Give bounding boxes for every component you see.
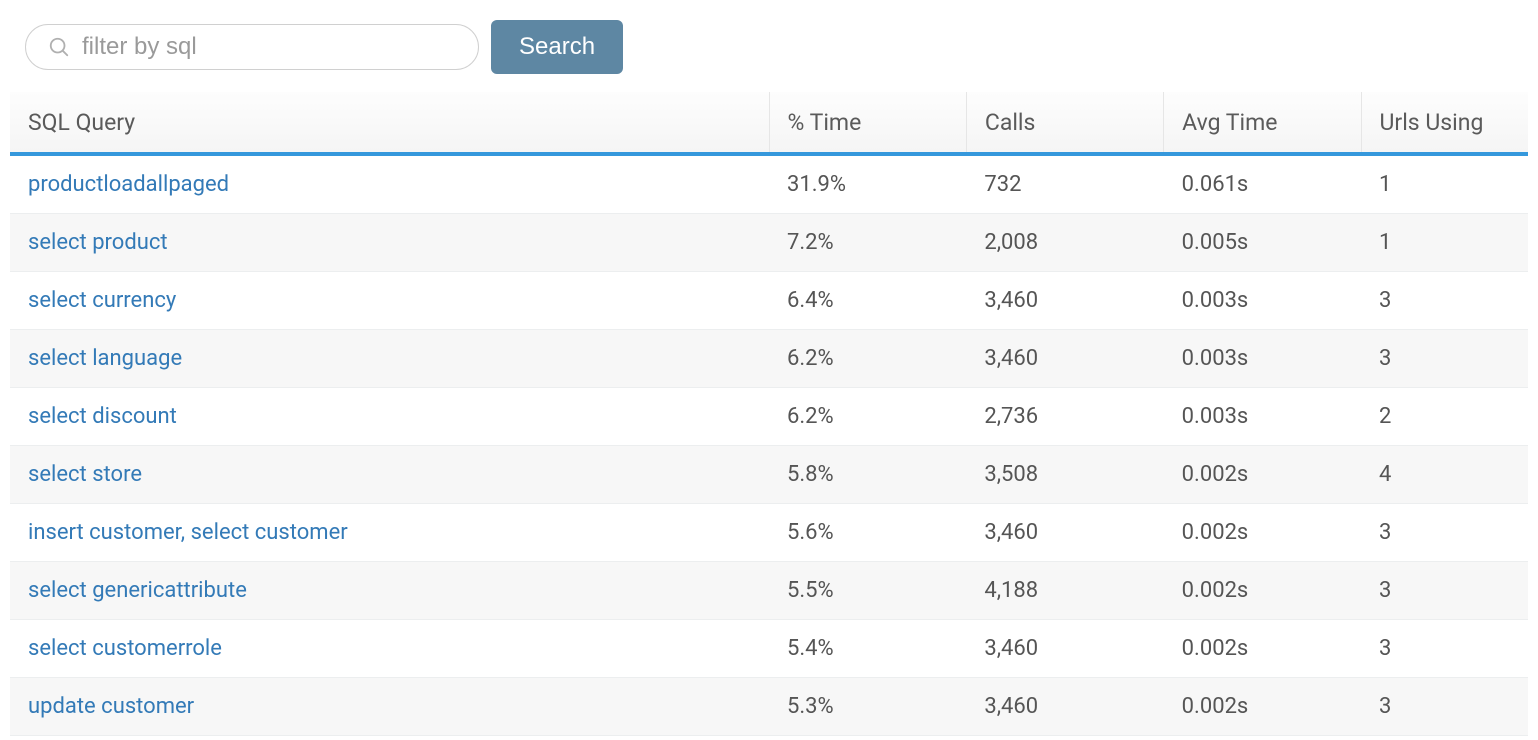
cell-calls: 3,460 [966,330,1163,388]
cell-urls: 2 [1361,388,1528,446]
cell-pct: 7.2% [769,214,966,272]
sql-query-link[interactable]: productloadallpaged [28,172,229,197]
cell-urls: 1 [1361,214,1528,272]
cell-calls: 732 [966,154,1163,214]
sql-query-link[interactable]: insert customer, select customer [28,520,348,545]
cell-urls: 4 [1361,446,1528,504]
cell-pct: 6.2% [769,388,966,446]
cell-pct: 6.2% [769,330,966,388]
filter-bar: Search [10,20,1528,92]
cell-pct: 5.6% [769,504,966,562]
cell-urls: 3 [1361,330,1528,388]
cell-avg: 0.002s [1164,562,1361,620]
cell-avg: 0.002s [1164,620,1361,678]
sql-query-link[interactable]: select discount [28,404,177,429]
cell-calls: 3,460 [966,678,1163,736]
cell-calls: 3,508 [966,446,1163,504]
cell-avg: 0.003s [1164,330,1361,388]
table-row: select product 7.2%2,0080.005s1 [10,214,1528,272]
sql-query-link[interactable]: select genericattribute [28,578,247,603]
table-row: select currency 6.4%3,4600.003s3 [10,272,1528,330]
table-row: select genericattribute 5.5%4,1880.002s3 [10,562,1528,620]
table-row: select store 5.8%3,5080.002s4 [10,446,1528,504]
cell-urls: 1 [1361,154,1528,214]
sql-query-link[interactable]: select language [28,346,182,371]
cell-urls: 3 [1361,678,1528,736]
cell-urls: 3 [1361,620,1528,678]
col-header-urls[interactable]: Urls Using [1361,92,1528,154]
cell-avg: 0.002s [1164,678,1361,736]
sql-query-link[interactable]: update customer [28,694,194,719]
table-row: productloadallpaged 31.9%7320.061s1 [10,154,1528,214]
col-header-pct[interactable]: % Time [769,92,966,154]
cell-pct: 5.8% [769,446,966,504]
cell-pct: 5.3% [769,678,966,736]
cell-pct: 6.4% [769,272,966,330]
search-icon [48,36,70,58]
cell-avg: 0.003s [1164,388,1361,446]
sql-query-link[interactable]: select currency [28,288,176,313]
cell-urls: 3 [1361,504,1528,562]
sql-queries-table: SQL Query % Time Calls Avg Time Urls Usi… [10,92,1528,736]
table-row: select discount 6.2%2,7360.003s2 [10,388,1528,446]
sql-query-link[interactable]: select store [28,462,142,487]
cell-avg: 0.002s [1164,446,1361,504]
cell-avg: 0.002s [1164,504,1361,562]
cell-calls: 4,188 [966,562,1163,620]
table-row: select customerrole 5.4%3,4600.002s3 [10,620,1528,678]
cell-pct: 5.5% [769,562,966,620]
table-row: select language 6.2%3,4600.003s3 [10,330,1528,388]
col-header-query[interactable]: SQL Query [10,92,769,154]
cell-urls: 3 [1361,562,1528,620]
cell-pct: 5.4% [769,620,966,678]
cell-pct: 31.9% [769,154,966,214]
cell-calls: 2,736 [966,388,1163,446]
table-row: insert customer, select customer 5.6%3,46… [10,504,1528,562]
cell-avg: 0.061s [1164,154,1361,214]
cell-calls: 3,460 [966,620,1163,678]
col-header-calls[interactable]: Calls [966,92,1163,154]
table-row: update customer 5.3%3,4600.002s3 [10,678,1528,736]
cell-avg: 0.005s [1164,214,1361,272]
cell-avg: 0.003s [1164,272,1361,330]
sql-filter-input[interactable] [82,33,456,61]
sql-query-link[interactable]: select product [28,230,168,255]
search-button[interactable]: Search [491,20,623,74]
sql-query-link[interactable]: select customerrole [28,636,222,661]
col-header-avg[interactable]: Avg Time [1164,92,1361,154]
search-input-wrap[interactable] [25,24,479,70]
cell-calls: 3,460 [966,504,1163,562]
cell-urls: 3 [1361,272,1528,330]
cell-calls: 2,008 [966,214,1163,272]
cell-calls: 3,460 [966,272,1163,330]
